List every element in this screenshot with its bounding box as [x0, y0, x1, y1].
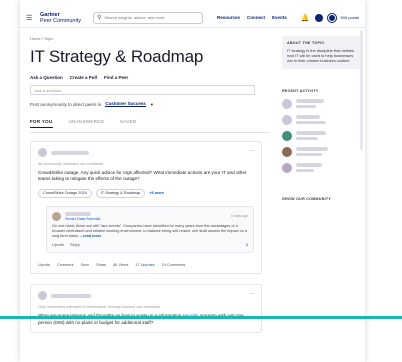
about-heading: ABOUT THE TOPIC	[287, 41, 325, 45]
chevron-down-icon[interactable]: ▼	[150, 102, 154, 107]
save-button[interactable]: Save	[81, 263, 90, 267]
reply-author-title: Senior Data Scientist	[65, 216, 101, 221]
search-input[interactable]	[104, 15, 199, 20]
nav-connect[interactable]: Connect	[247, 15, 265, 20]
points-badge[interactable]: 500 points	[341, 15, 359, 20]
top-nav: ☰ Gartner Peer Community ⚲ Resources Con…	[20, 8, 365, 28]
comment-button[interactable]: Comment	[57, 263, 73, 267]
find-peer-link[interactable]: Find a Peer	[104, 75, 128, 80]
tab-for-you[interactable]: FOR YOU	[30, 119, 53, 128]
post-body[interactable]: CrowdStrike outage. Any quick advice for…	[38, 170, 254, 183]
tag-chip[interactable]: IT Strategy & Roadmap	[95, 188, 146, 198]
breadcrumb[interactable]: Home / Topic	[30, 36, 270, 41]
recent-activity-heading: RECENT ACTIVITY	[282, 88, 319, 93]
upvote-button[interactable]: Upvote	[38, 263, 50, 267]
create-poll-link[interactable]: Create a Poll	[70, 75, 97, 80]
post-author-row	[38, 291, 254, 301]
about-topic-card: ABOUT THE TOPIC IT strategy is the disci…	[282, 36, 362, 69]
anon-post-row: Post anonymously to direct peers in Cust…	[30, 101, 270, 107]
page-frame: ☰ Gartner Peer Community ⚲ Resources Con…	[0, 0, 402, 362]
feed-post: ··· All community members can contribute…	[30, 141, 262, 275]
anon-label: Post anonymously to direct peers in	[30, 101, 102, 107]
function-select[interactable]: Customer Success	[105, 101, 146, 107]
read-more-link[interactable]: ...read more	[80, 234, 102, 238]
author-name-redacted	[51, 150, 89, 155]
logo-line2: Peer Community	[40, 17, 81, 24]
nav-events[interactable]: Events	[272, 15, 287, 20]
views-count: 8k Views	[113, 263, 129, 268]
more-tags-link[interactable]: +8 more	[149, 191, 164, 195]
comments-count[interactable]: 24 Comments	[162, 263, 186, 267]
post-tags: CrowdStrike Outage 2024 IT Strategy & Ro…	[38, 188, 254, 198]
share-button[interactable]: Share	[96, 263, 106, 267]
activity-item[interactable]	[282, 146, 362, 157]
top-reply: Senior Data Scientist 5 days ago On one …	[46, 205, 254, 254]
avatar[interactable]	[282, 130, 292, 141]
messages-icon[interactable]	[314, 13, 323, 22]
tab-saved[interactable]: SAVED	[120, 119, 136, 128]
feed-tabs: FOR YOU UNANSWERED SAVED	[30, 119, 270, 133]
avatar[interactable]	[282, 146, 292, 157]
author-name-redacted	[51, 293, 91, 298]
reply-timestamp: 5 days ago	[230, 214, 248, 219]
search-icon: ⚲	[96, 15, 102, 21]
more-options-icon[interactable]: ···	[249, 148, 255, 154]
right-sidebar: ABOUT THE TOPIC IT strategy is the disci…	[282, 36, 362, 201]
post-actions: Upvote Comment Save Share 8k Views 17 Up…	[38, 263, 254, 267]
activity-item[interactable]	[282, 162, 362, 173]
nav-links: Resources Connect Events	[217, 15, 287, 20]
reply-actions: Upvote Reply 1	[52, 243, 248, 247]
reply-text: On one hand, these are still "rare event…	[52, 224, 248, 240]
nav-icons: 🔔 500 points	[301, 13, 359, 22]
avatar[interactable]	[38, 291, 47, 301]
activity-item[interactable]	[282, 98, 362, 109]
bell-icon[interactable]: 🔔	[301, 14, 310, 22]
activity-item[interactable]	[282, 130, 362, 141]
grow-community-heading: GROW OUR COMMUNITY	[282, 196, 332, 201]
post-author-row	[38, 148, 254, 157]
action-links: Ask a Question Create a Poll Find a Peer	[30, 75, 270, 80]
menu-icon[interactable]: ☰	[26, 14, 34, 22]
avatar[interactable]	[38, 148, 47, 157]
accent-line	[0, 316, 402, 319]
reply-count[interactable]: 1	[246, 243, 248, 247]
reply-upvote-button[interactable]: Upvote	[52, 243, 64, 247]
ask-question-input[interactable]: Ask a question	[30, 85, 255, 95]
avatar[interactable]	[282, 98, 292, 109]
page-title: IT Strategy & Roadmap	[30, 47, 204, 66]
avatar[interactable]	[327, 13, 336, 22]
more-options-icon[interactable]: ···	[249, 291, 255, 297]
nav-resources[interactable]: Resources	[217, 15, 240, 20]
about-text: IT strategy is the discipline that defin…	[287, 48, 354, 64]
reply-author-row: Senior Data Scientist 5 days ago	[52, 211, 248, 221]
tab-unanswered[interactable]: UNANSWERED	[69, 119, 105, 128]
avatar[interactable]	[52, 211, 61, 221]
logo[interactable]: Gartner Peer Community	[40, 12, 81, 24]
post-meta: Only community members in Information Se…	[38, 305, 161, 310]
avatar[interactable]	[282, 162, 292, 173]
feed-post: ··· Only community members in Informatio…	[30, 284, 262, 334]
post-meta: All community members can contribute	[38, 162, 104, 166]
main-content: Home / Topic IT Strategy & Roadmap Ask a…	[30, 28, 270, 362]
scrollbar[interactable]	[360, 30, 363, 150]
upvotes-count[interactable]: 17 Upvotes	[135, 263, 154, 267]
reply-reply-button[interactable]: Reply	[70, 243, 80, 247]
ask-question-link[interactable]: Ask a Question	[30, 75, 63, 80]
avatar[interactable]	[282, 114, 292, 125]
tag-chip[interactable]: CrowdStrike Outage 2024	[38, 188, 92, 198]
search-bar[interactable]: ⚲	[92, 11, 203, 24]
activity-item[interactable]	[282, 114, 362, 125]
reply-author-redacted	[65, 211, 91, 216]
